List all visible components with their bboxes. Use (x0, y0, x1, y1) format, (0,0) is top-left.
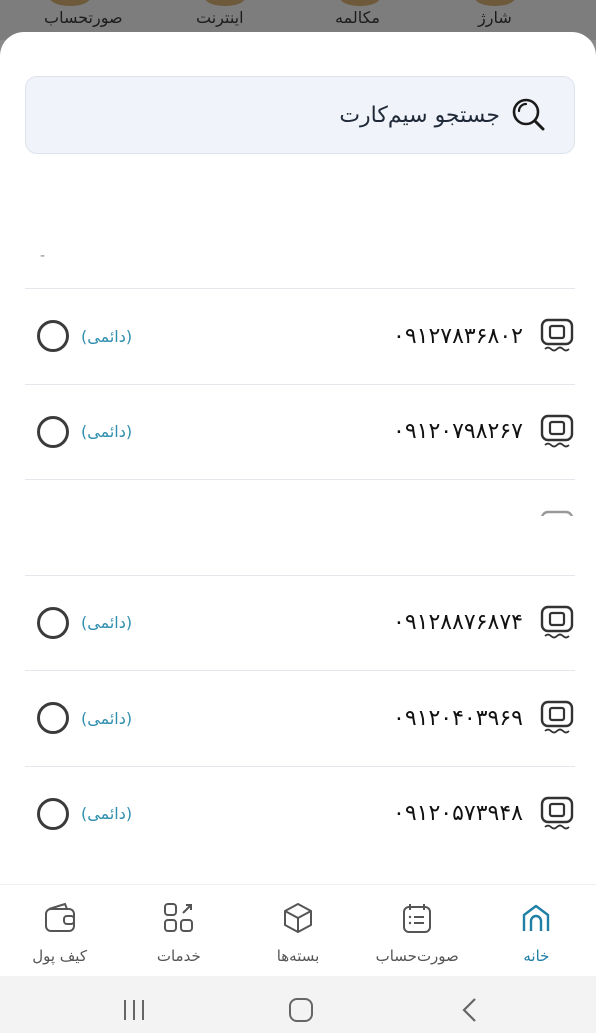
search-placeholder: جستجو سیم‌کارت (339, 102, 500, 128)
sim-number: ۰۹۱۲۰۷۹۸۲۶۷ (393, 419, 523, 445)
radio-button[interactable] (37, 415, 69, 448)
sim-row[interactable]: (دائمی) ۰۹۱۲۸۸۷۶۸۷۴ (25, 574, 575, 671)
sim-card-icon (541, 510, 573, 516)
sim-number: ۰۹۱۲۰۴۰۳۹۶۹ (393, 705, 523, 731)
sim-card-icon (540, 796, 574, 830)
sim-status: (دائمی) (81, 422, 133, 442)
sim-row-loading (25, 479, 575, 575)
nav-wallet-label: کیف پول (32, 947, 87, 965)
menu-icon-bill (50, 0, 90, 6)
sim-number: ۰۹۱۲۷۸۳۶۸۰۲ (393, 323, 523, 349)
sim-list: (دائمی) ۰۹۱۲۷۸۳۶۸۰۲ (دائمی) ۰۹۱۲۰۷۹۸۲۶۷ (25, 288, 575, 861)
nav-wallet[interactable]: کیف پول (0, 885, 119, 976)
menu-item-call[interactable]: مکالمه (335, 8, 380, 27)
radio-button[interactable] (37, 320, 69, 353)
home-button-icon[interactable] (287, 996, 315, 1024)
sim-search-field[interactable]: جستجو سیم‌کارت (25, 76, 575, 154)
sim-row[interactable]: (دائمی) ۰۹۱۲۰۴۰۳۹۶۹ (25, 670, 575, 766)
sim-row[interactable]: (دائمی) ۰۹۱۲۷۸۳۶۸۰۲ (25, 288, 575, 384)
radio-button[interactable] (37, 702, 69, 735)
menu-icon-internet (205, 0, 245, 6)
sim-number: ۰۹۱۲۰۵۷۳۹۴۸ (393, 801, 523, 827)
nav-packages-label: بسته‌ها (276, 947, 320, 965)
bill-icon (403, 904, 432, 933)
nav-home-label: خانه (523, 947, 550, 965)
nav-bill-label: صورت‌حساب (375, 947, 459, 965)
back-icon[interactable] (456, 996, 484, 1024)
menu-item-internet[interactable]: اینترنت (196, 8, 244, 27)
menu-item-charge[interactable]: شارژ (478, 8, 512, 27)
sim-row[interactable]: (دائمی) ۰۹۱۲۰۷۹۸۲۶۷ (25, 383, 575, 480)
sim-card-icon (540, 605, 574, 639)
nav-services-label: خدمات (156, 947, 201, 965)
sim-status: (دائمی) (81, 326, 133, 346)
services-icon (163, 903, 193, 932)
wallet-icon (44, 902, 75, 932)
radio-button[interactable] (37, 797, 69, 830)
recent-apps-icon[interactable] (120, 996, 148, 1024)
nav-services[interactable]: خدمات (119, 885, 238, 976)
sim-status: (دائمی) (81, 708, 133, 728)
search-icon (512, 98, 545, 131)
faded-text: - (40, 248, 46, 264)
sim-status: (دائمی) (81, 613, 133, 633)
menu-item-bill[interactable]: صورتحساب (44, 8, 123, 27)
home-icon (523, 904, 550, 931)
menu-icon-charge (475, 0, 515, 6)
nav-bill[interactable]: صورت‌حساب (358, 885, 477, 976)
sim-card-icon (540, 701, 574, 734)
package-icon (284, 903, 312, 933)
sim-row[interactable]: (دائمی) ۰۹۱۲۰۵۷۳۹۴۸ (25, 765, 575, 862)
sim-card-icon (540, 414, 574, 448)
bottom-nav: خانه صورت‌حساب بسته‌ها خدمات (0, 884, 596, 976)
sim-select-sheet: جستجو سیم‌کارت - (دائمی) ۰۹۱۲۷۸۳۶۸۰۲ (دا… (0, 32, 596, 884)
sim-card-icon (540, 319, 574, 352)
radio-button[interactable] (37, 606, 69, 639)
sim-status: (دائمی) (81, 804, 133, 824)
system-nav-bar (0, 976, 596, 1033)
nav-home[interactable]: خانه (477, 885, 596, 976)
sim-number: ۰۹۱۲۸۸۷۶۸۷۴ (393, 610, 523, 636)
nav-packages[interactable]: بسته‌ها (238, 885, 357, 976)
menu-icon-call (340, 0, 380, 6)
